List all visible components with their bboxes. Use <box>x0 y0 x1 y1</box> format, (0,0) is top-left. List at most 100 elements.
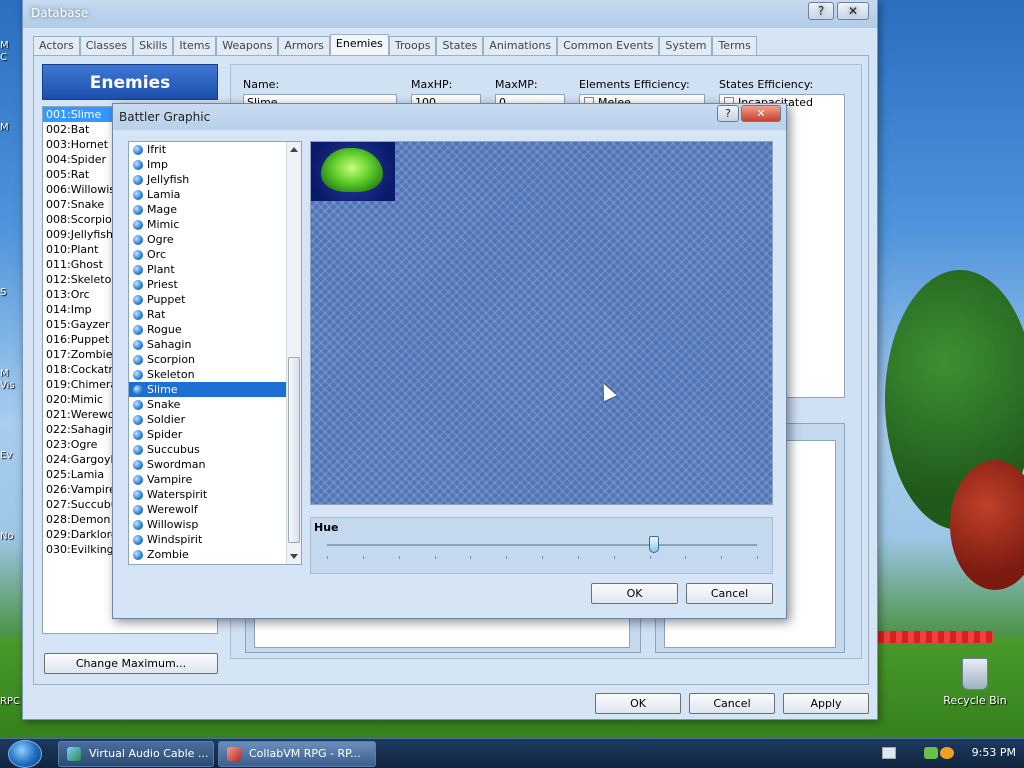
graphic-item-label: Lamia <box>147 188 181 201</box>
graphic-list-item[interactable]: Lamia <box>129 187 301 202</box>
scroll-thumb[interactable] <box>288 357 300 543</box>
dialog-cancel-button[interactable]: Cancel <box>686 583 773 604</box>
graphic-list-item[interactable]: Mage <box>129 202 301 217</box>
graphic-list-item[interactable]: Swordman <box>129 457 301 472</box>
graphic-list-item[interactable]: Waterspirit <box>129 487 301 502</box>
database-cancel-button[interactable]: Cancel <box>689 693 775 714</box>
task-virtual-audio-cable[interactable]: Virtual Audio Cable ... <box>58 741 214 767</box>
graphic-list-item[interactable]: Sahagin <box>129 337 301 352</box>
tab-terms[interactable]: Terms <box>712 36 757 56</box>
dialog-title-bar: Battler Graphic ? ✕ <box>113 104 786 130</box>
tab-system[interactable]: System <box>659 36 713 56</box>
scroll-down-arrow-icon[interactable] <box>290 554 298 559</box>
recycle-bin-label: Recycle Bin <box>943 694 1007 707</box>
dialog-close-button[interactable]: ✕ <box>741 105 781 122</box>
graphic-list-scrollbar[interactable] <box>286 142 301 564</box>
slime-battler-image <box>311 142 395 201</box>
graphic-orb-icon <box>133 279 143 290</box>
graphic-list-item[interactable]: Rogue <box>129 322 301 337</box>
graphic-list-item[interactable]: Ifrit <box>129 142 301 157</box>
tab-weapons[interactable]: Weapons <box>216 36 279 56</box>
graphic-item-label: Jellyfish <box>147 173 190 186</box>
graphic-orb-icon <box>133 249 143 260</box>
tab-animations[interactable]: Animations <box>483 36 558 56</box>
maxmp-label: MaxMP: <box>495 78 538 91</box>
tab-items[interactable]: Items <box>173 36 217 56</box>
graphic-list-item[interactable]: Spider <box>129 427 301 442</box>
dialog-ok-button[interactable]: OK <box>591 583 678 604</box>
graphic-list-item[interactable]: Plant <box>129 262 301 277</box>
graphic-item-label: Mage <box>147 203 177 216</box>
speaker-icon[interactable] <box>940 747 954 759</box>
graphic-list-item[interactable]: Snake <box>129 397 301 412</box>
change-maximum-button[interactable]: Change Maximum... <box>44 653 218 674</box>
graphic-item-label: Vampire <box>147 473 193 486</box>
hue-tick <box>757 556 758 559</box>
graphic-item-label: Rogue <box>147 323 182 336</box>
graphic-list-item[interactable]: Vampire <box>129 472 301 487</box>
graphic-list-item[interactable]: Orc <box>129 247 301 262</box>
hue-tick <box>577 556 579 559</box>
hue-tick <box>470 556 472 559</box>
graphic-item-label: Werewolf <box>147 503 198 516</box>
task-collabvm-rpg[interactable]: CollabVM RPG - RP... <box>218 741 376 767</box>
graphic-item-label: Zombie <box>147 548 189 561</box>
database-title-bar: Database ? ✕ <box>23 0 877 28</box>
graphic-item-label: Snake <box>147 398 181 411</box>
graphic-item-label: Plant <box>147 263 175 276</box>
database-apply-button[interactable]: Apply <box>783 693 869 714</box>
graphic-list[interactable]: Ifrit Imp Jellyfish Lamia Mage Mimic Ogre Orc Pl… <box>128 141 302 565</box>
tab-common-events[interactable]: Common Events <box>557 36 660 56</box>
graphic-list-item[interactable]: Succubus <box>129 442 301 457</box>
hue-tick <box>721 556 723 559</box>
tab-states[interactable]: States <box>436 36 484 56</box>
graphic-list-item[interactable]: Priest <box>129 277 301 292</box>
tab-actors[interactable]: Actors <box>33 36 80 56</box>
graphic-items: Ifrit Imp Jellyfish Lamia Mage Mimic Ogre Orc Pl… <box>129 142 301 562</box>
tab-troops[interactable]: Troops <box>388 36 437 56</box>
database-close-button[interactable]: ✕ <box>837 2 869 20</box>
start-button-icon[interactable] <box>8 740 42 768</box>
graphic-list-item[interactable]: Werewolf <box>129 502 301 517</box>
desktop-edge-label: S <box>0 287 7 298</box>
graphic-preview[interactable] <box>310 141 773 505</box>
graphic-item-label: Skeleton <box>147 368 195 381</box>
task-label: CollabVM RPG - RP... <box>249 747 361 760</box>
hue-slider-thumb[interactable] <box>648 536 659 553</box>
graphic-list-item[interactable]: Scorpion <box>129 352 301 367</box>
graphic-list-item[interactable]: Windspirit <box>129 532 301 547</box>
graphic-list-item[interactable]: Jellyfish <box>129 172 301 187</box>
tab-enemies[interactable]: Enemies <box>329 34 389 56</box>
tab-armors[interactable]: Armors <box>278 36 330 56</box>
graphic-list-item[interactable]: Ogre <box>129 232 301 247</box>
enemies-header: Enemies <box>42 64 218 100</box>
graphic-list-item[interactable]: Willowisp <box>129 517 301 532</box>
hue-tick <box>613 556 615 559</box>
scroll-up-arrow-icon[interactable] <box>290 147 298 152</box>
graphic-orb-icon <box>133 354 143 365</box>
database-help-button[interactable]: ? <box>808 2 834 20</box>
graphic-list-item[interactable]: Soldier <box>129 412 301 427</box>
recycle-bin-shortcut[interactable]: Recycle Bin <box>935 658 1015 707</box>
graphic-item-label: Swordman <box>147 458 206 471</box>
graphic-list-item[interactable]: Puppet <box>129 292 301 307</box>
keyboard-icon[interactable] <box>882 747 896 759</box>
network-icon[interactable] <box>924 747 938 759</box>
graphic-list-item[interactable]: Mimic <box>129 217 301 232</box>
graphic-orb-icon <box>133 294 143 305</box>
hue-slider-track[interactable] <box>327 544 757 546</box>
graphic-list-item[interactable]: Slime <box>129 382 301 397</box>
graphic-list-item[interactable]: Skeleton <box>129 367 301 382</box>
tab-skills[interactable]: Skills <box>133 36 174 56</box>
graphic-orb-icon <box>133 534 143 545</box>
graphic-list-item[interactable]: Zombie <box>129 547 301 562</box>
hue-tick <box>362 556 364 559</box>
graphic-list-item[interactable]: Rat <box>129 307 301 322</box>
hue-tick <box>434 556 436 559</box>
recycle-bin-icon <box>962 658 988 690</box>
tab-classes[interactable]: Classes <box>79 36 134 56</box>
graphic-item-label: Rat <box>147 308 166 321</box>
database-ok-button[interactable]: OK <box>595 693 681 714</box>
graphic-list-item[interactable]: Imp <box>129 157 301 172</box>
dialog-help-button[interactable]: ? <box>717 105 739 122</box>
